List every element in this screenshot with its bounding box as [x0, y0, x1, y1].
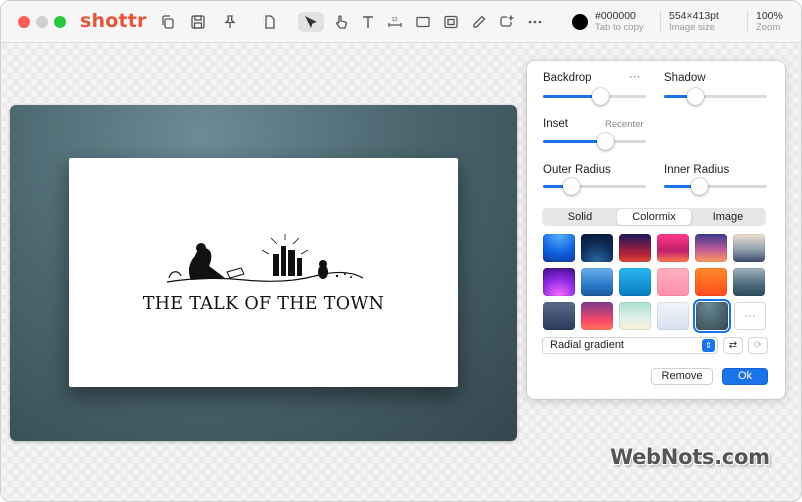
color-hint: Tab to copy	[595, 22, 644, 33]
gradient-swatch[interactable]	[733, 268, 765, 296]
add-image-icon[interactable]	[497, 12, 517, 32]
shadow-slider[interactable]	[664, 88, 767, 105]
inner-radius-label: Inner Radius	[664, 164, 730, 176]
backdrop-label: Backdrop	[543, 72, 592, 84]
gradient-swatch-selected[interactable]	[693, 299, 731, 333]
hand-pointer-icon[interactable]	[331, 12, 351, 32]
screenshot-image[interactable]: THE TALK OF THE TOWN	[69, 158, 458, 387]
color-hex: #000000	[595, 10, 636, 22]
remove-button[interactable]: Remove	[651, 368, 713, 385]
zoom-info[interactable]: 100% Zoom	[756, 10, 783, 34]
tab-solid[interactable]: Solid	[543, 209, 617, 225]
gradient-swatch[interactable]	[581, 234, 613, 262]
more-icon[interactable]	[525, 12, 545, 32]
gradient-swatch[interactable]	[695, 234, 727, 262]
outer-radius-slider[interactable]	[543, 178, 646, 195]
gradient-swatch[interactable]	[619, 268, 651, 296]
gradient-type-select[interactable]: Radial gradient ⇕	[542, 337, 718, 354]
image-size-value: 554×413pt	[669, 10, 719, 22]
image-size-info: 554×413pt Image size	[669, 10, 719, 34]
image-size-label: Image size	[669, 22, 715, 33]
divider	[660, 11, 661, 33]
app-window: shottr 12 #000000 Tab to copy 554×413pt …	[0, 0, 802, 502]
outer-radius-label: Outer Radius	[543, 164, 611, 176]
backdrop-more-button[interactable]: ···	[629, 71, 641, 83]
gradient-swatch[interactable]	[733, 234, 765, 262]
rotate-gradient-button[interactable]: ⟳	[748, 337, 768, 354]
gradient-swatch[interactable]	[543, 302, 575, 330]
slider-knob[interactable]	[686, 88, 704, 105]
zoom-window-button[interactable]	[54, 16, 66, 28]
inset-label: Inset	[543, 118, 568, 130]
slider-knob[interactable]	[596, 133, 614, 150]
inner-radius-slider[interactable]	[664, 178, 767, 195]
gradient-type-value: Radial gradient	[550, 339, 624, 351]
tab-colormix[interactable]: Colormix	[617, 209, 691, 225]
frame-icon[interactable]	[441, 12, 461, 32]
backdrop-slider[interactable]	[543, 88, 646, 105]
inset-slider[interactable]	[543, 133, 646, 150]
town-illustration	[166, 234, 364, 283]
pen-icon[interactable]	[469, 12, 489, 32]
slider-fill	[543, 140, 605, 143]
gradient-swatch[interactable]	[695, 268, 727, 296]
pin-icon[interactable]	[220, 12, 240, 32]
minimize-window-button[interactable]	[36, 16, 48, 28]
zoom-label: Zoom	[756, 22, 781, 33]
select-arrow-icon[interactable]	[298, 12, 324, 32]
text-icon[interactable]	[358, 12, 378, 32]
toolbar: shottr 12 #000000 Tab to copy 554×413pt …	[1, 1, 801, 43]
watermark-logo: WebNots.com	[610, 445, 770, 469]
app-logo: shottr	[80, 10, 147, 32]
rotate-icon: ⟳	[753, 340, 763, 351]
gradient-swatch[interactable]	[543, 268, 575, 296]
divider	[747, 11, 748, 33]
gradient-swatch[interactable]	[619, 234, 651, 262]
gradient-swatch[interactable]	[657, 302, 689, 330]
color-info[interactable]: #000000 Tab to copy	[595, 10, 644, 34]
zoom-value: 100%	[756, 10, 783, 22]
slider-knob[interactable]	[562, 178, 580, 195]
save-icon[interactable]	[188, 12, 208, 32]
swap-colors-button[interactable]: ⇄	[723, 337, 743, 354]
fill-type-tabs: Solid Colormix Image	[542, 208, 766, 226]
tab-image[interactable]: Image	[691, 209, 765, 225]
gradient-swatch[interactable]	[581, 268, 613, 296]
gradient-swatch[interactable]	[581, 302, 613, 330]
ruler-value: 12	[392, 17, 398, 23]
ok-button[interactable]: Ok	[722, 368, 768, 385]
image-title-text: THE TALK OF THE TOWN	[142, 294, 385, 314]
chevron-up-down-icon: ⇕	[702, 339, 715, 352]
gradient-swatch[interactable]	[619, 302, 651, 330]
swap-icon: ⇄	[728, 340, 738, 351]
slider-knob[interactable]	[591, 88, 609, 105]
more-swatches-button[interactable]: ···	[734, 302, 766, 330]
shadow-label: Shadow	[664, 72, 706, 84]
gradient-swatch[interactable]	[543, 234, 575, 262]
gradient-swatch[interactable]	[657, 234, 689, 262]
color-swatch[interactable]	[572, 14, 588, 30]
rectangle-icon[interactable]	[413, 12, 433, 32]
crop-icon[interactable]	[258, 12, 278, 32]
close-window-button[interactable]	[18, 16, 30, 28]
gradient-swatch[interactable]	[657, 268, 689, 296]
backdrop-panel: Backdrop ··· Shadow Inset Recenter Outer…	[527, 61, 785, 399]
recenter-button[interactable]: Recenter	[605, 119, 644, 130]
slider-knob[interactable]	[691, 178, 709, 195]
ruler-icon[interactable]: 12	[385, 12, 405, 32]
copy-icon[interactable]	[158, 12, 178, 32]
